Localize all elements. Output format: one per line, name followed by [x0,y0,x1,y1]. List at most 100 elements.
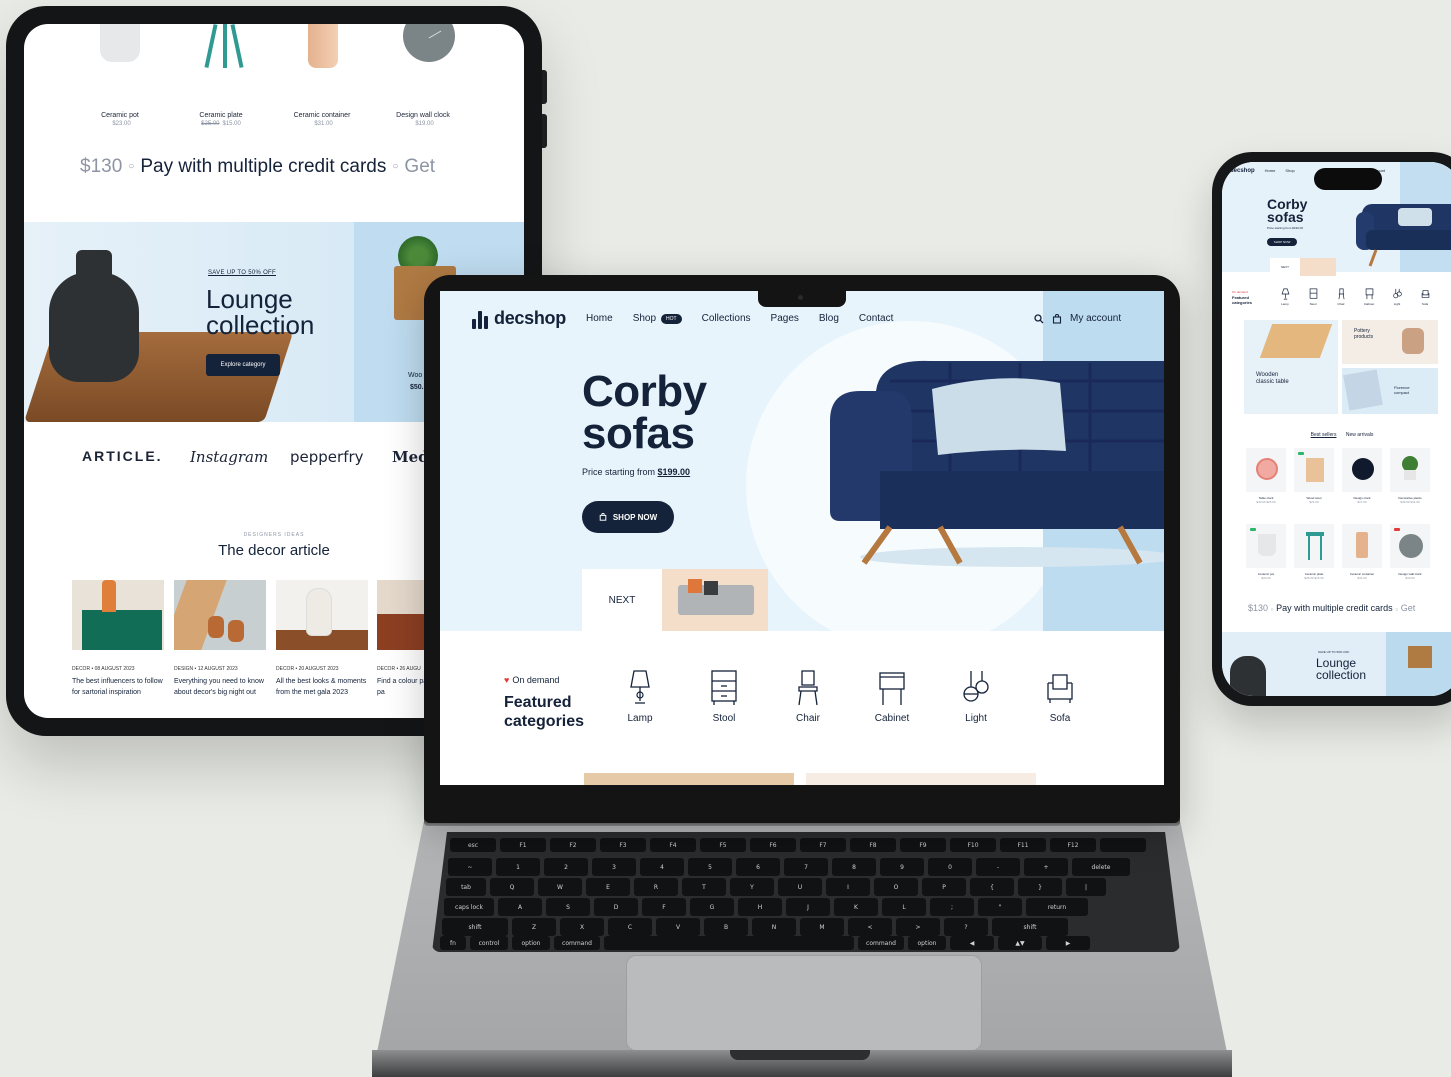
keyboard-key[interactable]: S [546,898,590,916]
my-account-link[interactable]: My account [1070,313,1121,324]
keyboard-key[interactable]: - [976,858,1020,876]
keyboard-key[interactable]: ▶ [1046,936,1090,950]
phone-product-card[interactable]: Ceramic pot $23.00 [1246,524,1286,580]
product-card[interactable]: Ceramic plate $25.00 $15.00 [171,24,271,127]
keyboard-key[interactable]: E [586,878,630,896]
keyboard-key[interactable]: K [834,898,878,916]
phone-logo[interactable]: decshop [1230,168,1255,174]
keyboard-key[interactable]: F1 [500,838,546,852]
next-slide-button[interactable]: NEXT [582,569,662,631]
keyboard-key[interactable]: H [738,898,782,916]
nav-blog[interactable]: Blog [819,313,839,324]
keyboard-key[interactable]: Z [512,918,556,936]
keyboard-key[interactable]: F10 [950,838,996,852]
keyboard-key[interactable]: ? [944,918,988,936]
phone-product-card[interactable]: Design wall clock $19.00 [1390,524,1430,580]
keyboard-key[interactable]: ~ [448,858,492,876]
keyboard-key[interactable]: F12 [1050,838,1096,852]
keyboard-key[interactable]: command [554,936,600,950]
keyboard-key[interactable]: " [978,898,1022,916]
keyboard-key[interactable]: P [922,878,966,896]
phone-product-card[interactable]: Design clock $17.00 [1342,448,1382,504]
keyboard-key[interactable]: < [848,918,892,936]
keyboard-key[interactable]: 8 [832,858,876,876]
keyboard-key[interactable]: 7 [784,858,828,876]
keyboard-key[interactable]: F4 [650,838,696,852]
keyboard-key[interactable]: ; [930,898,974,916]
keyboard-key[interactable]: J [786,898,830,916]
keyboard-key[interactable]: G [690,898,734,916]
next-slide-thumbnail[interactable] [662,569,768,631]
phone-category-light[interactable]: Light [1390,288,1404,306]
keyboard-key[interactable]: Y [730,878,774,896]
phone-product-card[interactable]: Wood stool $21.00 [1294,448,1334,504]
product-card[interactable]: Ceramic container $31.00 [272,24,372,127]
keyboard-key[interactable]: return [1026,898,1088,916]
keyboard-key[interactable]: shift [442,918,508,936]
keyboard-key[interactable]: F9 [900,838,946,852]
keyboard-key[interactable]: 2 [544,858,588,876]
category-stool[interactable]: Stool [694,669,754,724]
keyboard-key[interactable]: A [498,898,542,916]
keyboard-key[interactable]: L [882,898,926,916]
nav-shop[interactable]: Shop HOT [633,313,682,324]
phone-next-thumb[interactable] [1300,258,1336,276]
keyboard-key[interactable]: F5 [700,838,746,852]
category-lamp[interactable]: Lamp [610,669,670,724]
tab-best-sellers[interactable]: Best sellers [1311,432,1337,438]
article-card[interactable]: DESIGN • 12 AUGUST 2023 Everything you n… [174,580,266,698]
explore-category-button[interactable]: Explore category [206,354,280,376]
promo-tile-pottery[interactable]: Pottery products [1342,320,1438,364]
keyboard-key[interactable]: 3 [592,858,636,876]
keyboard-key[interactable]: Q [490,878,534,896]
phone-lounge-banner[interactable]: SAVE UP TO 50% OFF Lounge collection [1222,632,1451,696]
nav-home[interactable]: Home [586,313,613,324]
category-chair[interactable]: Chair [778,669,838,724]
keyboard-key[interactable]: W [538,878,582,896]
article-card[interactable]: DECOR • 08 AUGUST 2023 The best influenc… [72,580,164,698]
keyboard-key[interactable]: fn [440,936,466,950]
phone-shop-now-button[interactable]: SHOP NOW [1267,238,1297,246]
keyboard-key[interactable]: esc [450,838,496,852]
phone-category-stool[interactable]: Stool [1306,288,1320,306]
keyboard-key[interactable]: N [752,918,796,936]
keyboard-key[interactable]: 5 [688,858,732,876]
keyboard-key[interactable]: F11 [1000,838,1046,852]
nav-contact[interactable]: Contact [859,313,893,324]
keyboard-key[interactable]: option [512,936,550,950]
keyboard-key[interactable]: 6 [736,858,780,876]
phone-nav-shop[interactable]: Shop [1285,168,1294,174]
keyboard-key[interactable]: shift [992,918,1068,936]
keyboard-key[interactable]: ▲▼ [998,936,1042,950]
phone-category-lamp[interactable]: Lamp [1278,288,1292,306]
phone-category-sofa[interactable]: Sofa [1418,288,1432,306]
keyboard-key[interactable]: ◀ [950,936,994,950]
keyboard-key[interactable]: { [970,878,1014,896]
keyboard-key[interactable]: caps lock [444,898,494,916]
phone-nav-home[interactable]: Home [1265,168,1276,174]
phone-category-cabinet[interactable]: Cabinet [1362,288,1376,306]
phone-product-card[interactable]: Ceramic container $31.00 [1342,524,1382,580]
phone-category-chair[interactable]: Chair [1334,288,1348,306]
keyboard-key[interactable]: F8 [850,838,896,852]
bag-icon[interactable] [1052,313,1062,324]
phone-next-slide[interactable]: NEXT [1270,258,1300,276]
keyboard-key[interactable]: 0 [928,858,972,876]
keyboard-key[interactable]: M [800,918,844,936]
trackpad[interactable] [626,955,982,1051]
keyboard-key[interactable]: delete [1072,858,1130,876]
keyboard-key[interactable]: + [1024,858,1068,876]
keyboard-key[interactable]: I [826,878,870,896]
keyboard-key[interactable]: V [656,918,700,936]
category-cabinet[interactable]: Cabinet [862,669,922,724]
keyboard-key[interactable]: O [874,878,918,896]
keyboard-key[interactable] [604,936,854,950]
keyboard-key[interactable]: tab [446,878,486,896]
search-icon[interactable] [1034,313,1044,324]
keyboard-key[interactable]: T [682,878,726,896]
keyboard-key[interactable]: U [778,878,822,896]
keyboard-key[interactable] [1100,838,1146,852]
category-light[interactable]: Light [946,669,1006,724]
keyboard-key[interactable]: control [470,936,508,950]
keyboard-key[interactable]: 1 [496,858,540,876]
